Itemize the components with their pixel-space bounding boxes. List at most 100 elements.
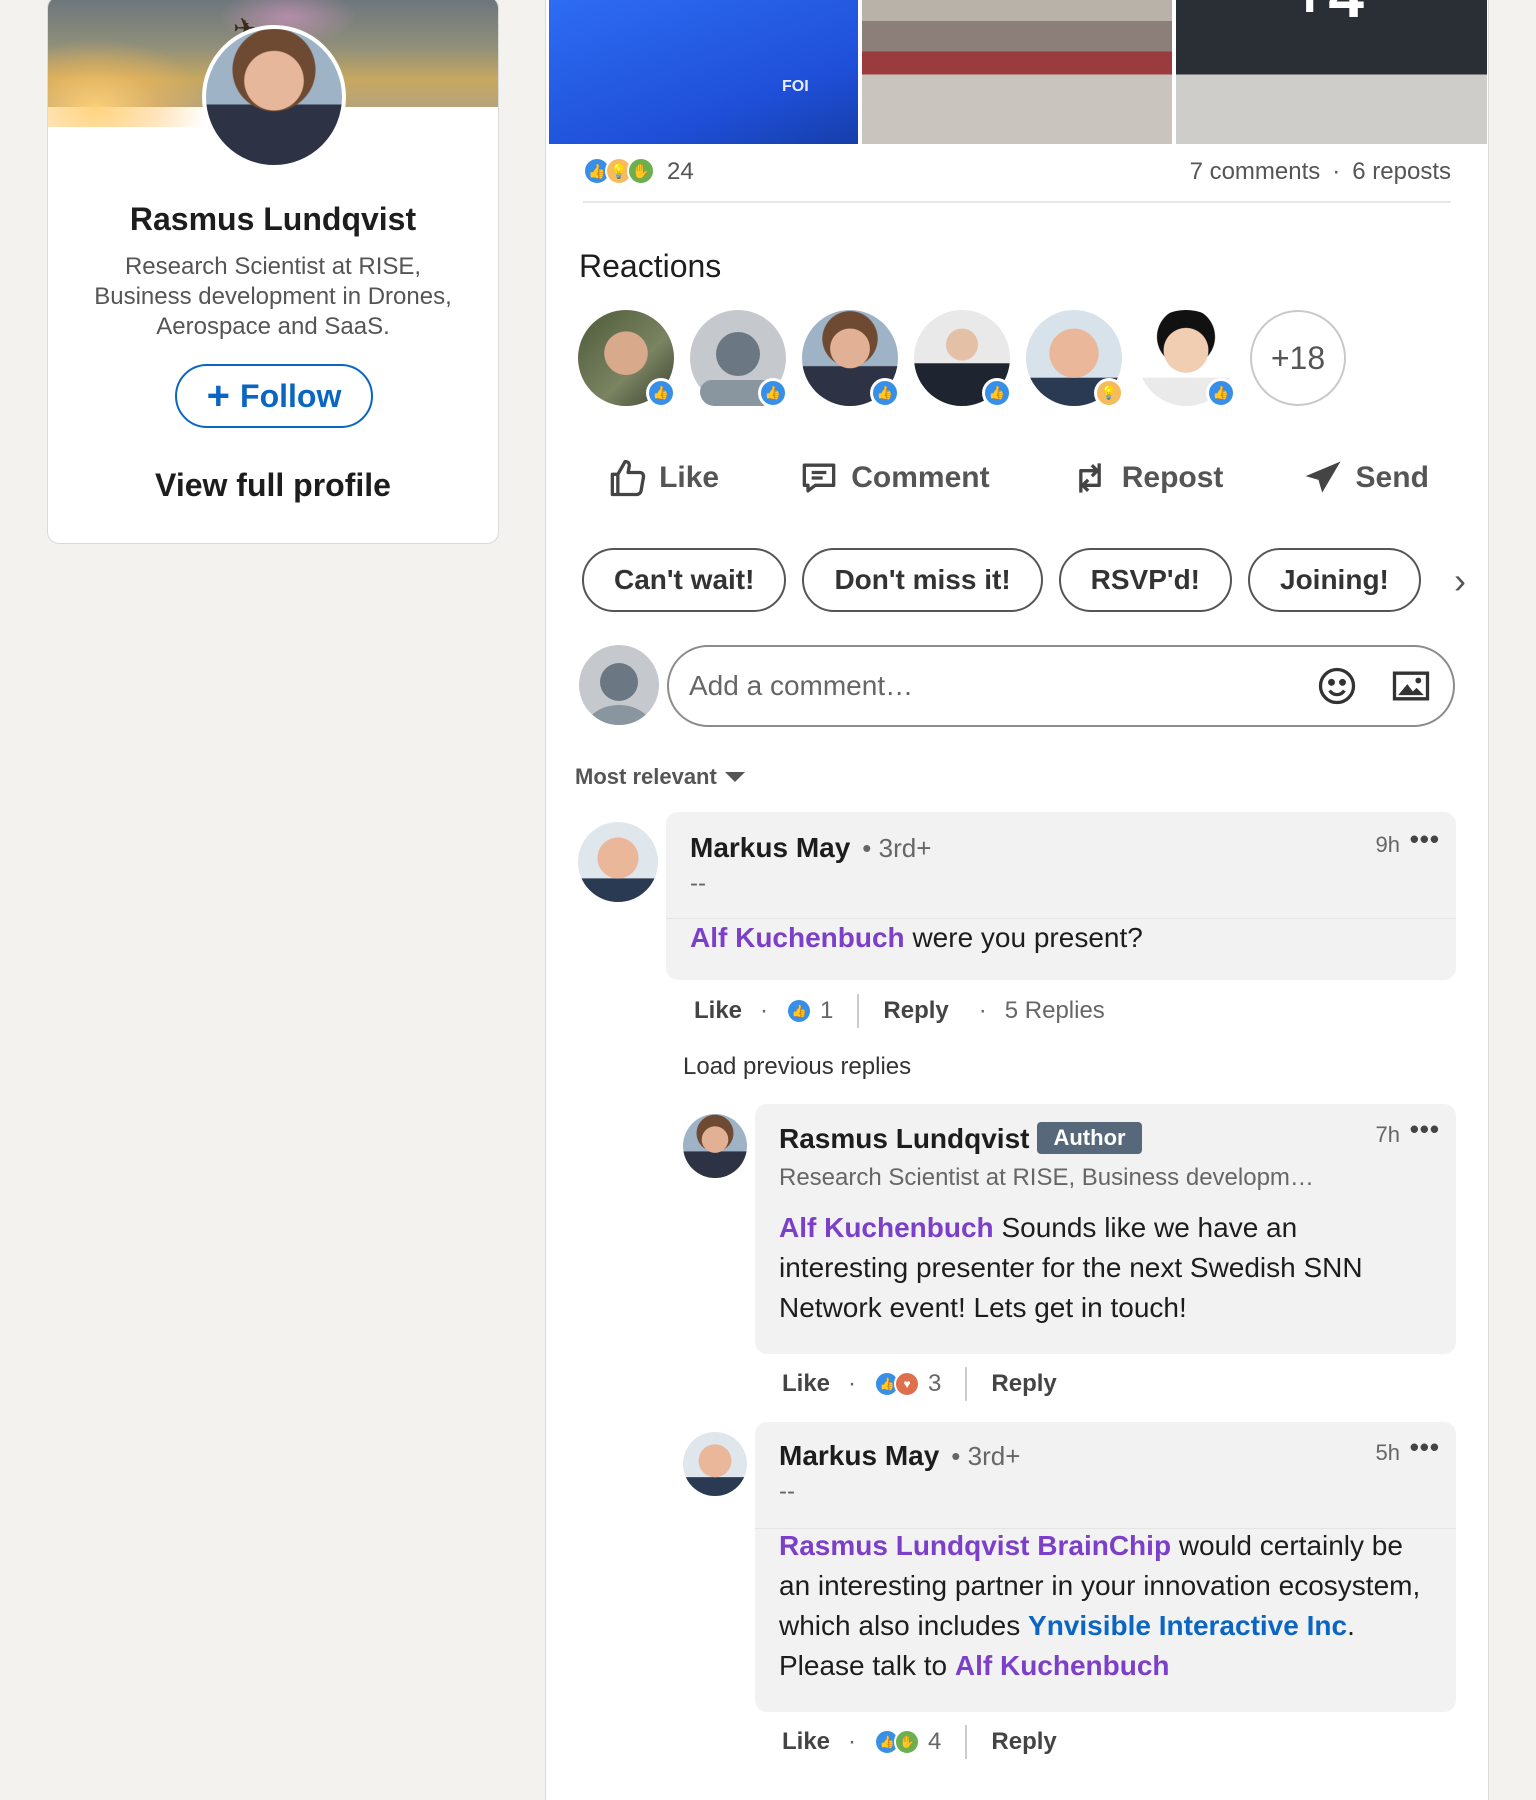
reaction-count[interactable]: 24 <box>667 158 694 186</box>
follow-label: Follow <box>240 377 342 414</box>
suggested-reply-chip[interactable]: Can't wait! <box>582 548 787 612</box>
like-reaction-icon: 👍 <box>982 378 1012 408</box>
more-options-icon[interactable]: ••• <box>1410 1432 1440 1463</box>
sort-dropdown[interactable]: Most relevant <box>575 764 745 790</box>
commenter-headline: -- <box>690 870 706 897</box>
comment-reply-button[interactable]: Reply <box>883 997 948 1025</box>
reply-bubble: Markus May • 3rd+ 5h ••• -- Rasmus Lundqv… <box>755 1422 1456 1712</box>
reactor-avatar[interactable]: 👍 <box>578 310 676 408</box>
post-photo[interactable] <box>862 0 1172 144</box>
comment-reaction-count[interactable]: 4 <box>928 1728 941 1756</box>
comment-timestamp: 7h <box>1375 1122 1400 1147</box>
social-counts: 👍 💡 ✋ 24 7 comments · 6 reposts <box>583 153 1451 203</box>
reactions-title: Reactions <box>579 248 722 284</box>
comment-actions: Like · 👍 1 Reply · 5 Replies <box>694 994 1105 1028</box>
profile-card: ✈ Rasmus Lundqvist Research Scientist at… <box>47 0 499 544</box>
commenter-name[interactable]: Markus May • 3rd+ <box>690 832 931 864</box>
suggested-reply-chip[interactable]: Joining! <box>1248 548 1421 612</box>
comment-like-button[interactable]: Like <box>782 1728 830 1756</box>
profile-name[interactable]: Rasmus Lundqvist <box>48 201 498 238</box>
comment-composer <box>579 645 1455 727</box>
insightful-reaction-icon: 💡 <box>1094 378 1124 408</box>
mention-link[interactable]: BrainChip <box>1037 1530 1171 1561</box>
repost-label: Repost <box>1121 461 1224 494</box>
post-card: FOI +4 👍 💡 ✋ 24 7 comments · 6 reposts R… <box>545 0 1489 1800</box>
comments-count-link[interactable]: 7 comments <box>1190 158 1321 186</box>
follow-button[interactable]: + Follow <box>175 364 373 428</box>
repost-icon <box>1078 463 1101 493</box>
reactor-avatar[interactable]: 👍 <box>914 310 1012 408</box>
load-previous-replies-link[interactable]: Load previous replies <box>683 1053 911 1081</box>
mention-link[interactable]: Alf Kuchenbuch <box>955 1650 1170 1681</box>
image-icon[interactable] <box>1389 664 1433 708</box>
send-button[interactable]: Send <box>1302 456 1429 500</box>
commenter-avatar[interactable] <box>683 1114 747 1178</box>
love-reaction-icon: ♥ <box>894 1371 921 1397</box>
like-label: Like <box>659 461 720 494</box>
comment-text: Alf Kuchenbuch were you present? <box>690 922 1143 953</box>
reactor-avatar[interactable]: 💡 <box>1026 310 1124 408</box>
caret-down-icon <box>724 772 745 782</box>
more-options-icon[interactable]: ••• <box>1410 1114 1440 1145</box>
replies-count-link[interactable]: 5 Replies <box>1005 997 1105 1025</box>
comment-reply-button[interactable]: Reply <box>991 1728 1056 1756</box>
mention-link[interactable]: Rasmus Lundqvist <box>779 1530 1029 1561</box>
like-reaction-icon: 👍 <box>786 998 813 1024</box>
photo-caption: FOI <box>782 78 809 95</box>
reply-bubble: Rasmus Lundqvist Author 7h ••• Research S… <box>755 1104 1456 1354</box>
reactor-avatar[interactable]: 👍 <box>1138 310 1236 408</box>
commenter-headline: -- <box>779 1478 795 1505</box>
more-reactors-button[interactable]: +18 <box>1250 310 1346 406</box>
post-photo-more[interactable]: +4 <box>1176 0 1487 144</box>
comment-text: Rasmus Lundqvist BrainChip would certain… <box>779 1530 1421 1681</box>
comment-actions: Like · 👍 ✋ 4 Reply <box>782 1725 1057 1759</box>
comments-reposts: 7 comments · 6 reposts <box>1189 158 1451 186</box>
like-reaction-icon: 👍 <box>1206 378 1236 408</box>
support-reaction-icon: ✋ <box>627 157 655 185</box>
commenter-avatar[interactable] <box>578 822 658 902</box>
repost-button[interactable]: Repost <box>1068 456 1224 500</box>
send-label: Send <box>1355 461 1429 494</box>
like-reaction-icon: 👍 <box>758 378 788 408</box>
mention-link[interactable]: Alf Kuchenbuch <box>779 1212 994 1243</box>
commenter-name[interactable]: Rasmus Lundqvist Author <box>779 1122 1142 1155</box>
comment-reply-button[interactable]: Reply <box>991 1370 1056 1398</box>
author-badge: Author <box>1037 1122 1142 1154</box>
comment-icon <box>802 463 836 493</box>
profile-headline: Research Scientist at RISE, Business dev… <box>94 253 452 340</box>
avatar <box>579 645 659 725</box>
more-photos-count: +4 <box>1291 0 1364 32</box>
reactor-avatar[interactable]: 👍 <box>802 310 900 408</box>
comment-button[interactable]: Comment <box>797 456 990 500</box>
commenter-avatar[interactable] <box>683 1432 747 1496</box>
comment-bubble: Markus May • 3rd+ 9h ••• -- Alf Kuchenbuc… <box>666 812 1456 980</box>
post-photo[interactable]: FOI <box>549 0 858 144</box>
post-action-bar: Like Comment Repost Send <box>566 448 1468 508</box>
send-icon <box>1305 461 1341 493</box>
commenter-name[interactable]: Markus May • 3rd+ <box>779 1440 1020 1472</box>
comment-like-button[interactable]: Like <box>782 1370 830 1398</box>
mention-link[interactable]: Alf Kuchenbuch <box>690 922 905 953</box>
comment-actions: Like · 👍 ♥ 3 Reply <box>782 1367 1057 1401</box>
profile-avatar[interactable] <box>202 25 346 169</box>
reactor-avatar[interactable]: 👍 <box>690 310 788 408</box>
suggested-reply-chip[interactable]: Don't miss it! <box>802 548 1043 612</box>
comment-timestamp: 9h <box>1375 832 1400 857</box>
suggested-replies: Can't wait! Don't miss it! RSVP'd! Joini… <box>582 548 1421 612</box>
comment-reaction-count[interactable]: 3 <box>928 1370 941 1398</box>
company-link[interactable]: Ynvisible Interactive Inc <box>1028 1610 1347 1641</box>
emoji-icon[interactable] <box>1315 664 1359 708</box>
sort-label: Most relevant <box>575 764 717 789</box>
reposts-count-link[interactable]: 6 reposts <box>1352 158 1451 186</box>
chevron-right-icon[interactable]: › <box>1454 560 1466 602</box>
like-button[interactable]: Like <box>605 456 719 500</box>
reaction-summary[interactable]: 👍 💡 ✋ <box>583 157 655 185</box>
suggested-reply-chip[interactable]: RSVP'd! <box>1058 548 1232 612</box>
comment-reaction-count[interactable]: 1 <box>820 997 833 1025</box>
view-full-profile-link[interactable]: View full profile <box>48 467 498 504</box>
commenter-headline: Research Scientist at RISE, Business dev… <box>779 1164 1314 1191</box>
comment-like-button[interactable]: Like <box>694 997 742 1025</box>
comment-timestamp: 5h <box>1375 1440 1400 1465</box>
more-options-icon[interactable]: ••• <box>1410 824 1440 855</box>
plus-icon: + <box>206 374 231 418</box>
